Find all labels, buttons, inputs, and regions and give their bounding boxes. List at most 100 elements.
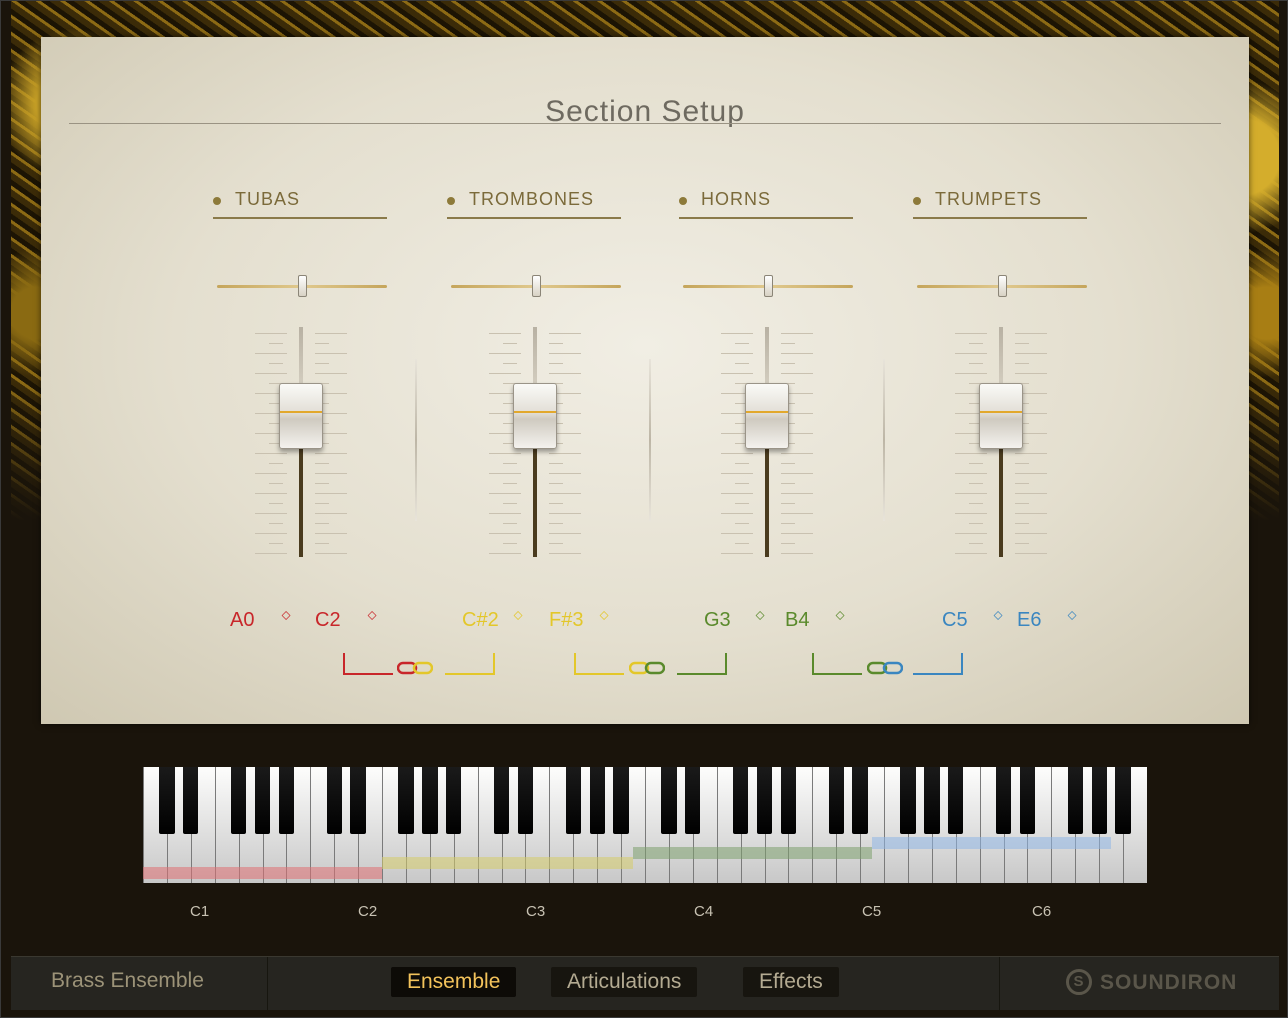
black-key[interactable] [1019,767,1036,834]
black-key[interactable] [183,767,199,834]
black-key[interactable] [924,767,940,834]
fader-tick [969,463,983,464]
fader-tick [781,463,795,464]
up-down-arrow-icon[interactable]: ⬦ [754,609,766,622]
section-range-bar [143,867,383,879]
fader-tick [549,543,563,544]
pan-slider[interactable] [451,275,621,297]
fader-tick [255,353,287,354]
black-key[interactable] [1067,767,1083,834]
black-key[interactable] [398,767,414,834]
section-name: TUBAS [235,189,301,209]
black-key[interactable] [1115,767,1131,834]
black-key[interactable] [900,767,916,834]
fader-tick [1015,553,1047,554]
fader-tick [781,373,813,374]
pan-slider[interactable] [917,275,1087,297]
black-key[interactable] [780,767,797,834]
black-key[interactable] [230,767,247,834]
black-key[interactable] [756,767,773,834]
pan-knob[interactable] [532,275,541,297]
trumpets-high-note[interactable]: E6 [1017,609,1041,632]
up-down-arrow-icon[interactable]: ⬦ [280,609,292,622]
black-key[interactable] [852,767,868,834]
up-down-arrow-icon[interactable]: ⬦ [366,609,378,622]
black-key[interactable] [613,767,629,834]
pan-knob[interactable] [764,275,773,297]
up-down-arrow-icon[interactable]: ⬦ [834,609,846,622]
black-key[interactable] [732,767,749,834]
pan-knob[interactable] [298,275,307,297]
pan-knob[interactable] [998,275,1007,297]
fader-tick [781,523,795,524]
black-key[interactable] [493,767,510,834]
fader-tick [315,353,347,354]
black-key[interactable] [589,767,605,834]
fader-tick [1015,513,1047,514]
fader-tick [721,473,753,474]
fader-tick [1015,483,1029,484]
fader-tick [489,513,521,514]
link-bracket-left [343,653,393,675]
black-key[interactable] [422,767,438,834]
black-key[interactable] [995,767,1012,834]
black-key[interactable] [948,767,964,834]
chain-link-icon[interactable] [397,661,433,675]
fader-tick [721,493,753,494]
trombones-low-note[interactable]: C#2 [462,609,499,632]
up-down-arrow-icon[interactable]: ⬦ [992,609,1004,622]
volume-fader[interactable] [951,327,1051,561]
fader-tick [969,483,983,484]
volume-fader[interactable] [717,327,817,561]
trumpets-low-note[interactable]: C5 [942,609,968,632]
black-key[interactable] [685,767,701,834]
fader-tick [721,353,753,354]
up-down-arrow-icon[interactable]: ⬦ [598,609,610,622]
tab-articulations[interactable]: Articulations [551,967,698,997]
black-key[interactable] [517,767,534,834]
trombones-high-note[interactable]: F#3 [549,609,583,632]
tab-effects[interactable]: Effects [743,967,839,997]
fader-tick [735,343,749,344]
volume-fader[interactable] [251,327,351,561]
fader-tick [549,373,581,374]
up-down-arrow-icon[interactable]: ⬦ [1066,609,1078,622]
fader-tick [255,473,287,474]
black-key[interactable] [828,767,844,834]
black-key[interactable] [254,767,271,834]
fader-tick [549,523,563,524]
pan-slider[interactable] [217,275,387,297]
fader-tick [781,533,813,534]
footer-separator [999,957,1000,1010]
pan-slider[interactable] [683,275,853,297]
tab-ensemble[interactable]: Ensemble [391,967,517,997]
tubas-low-note[interactable]: A0 [230,609,254,632]
fader-tick [489,373,521,374]
horns-low-note[interactable]: G3 [704,609,731,632]
chain-link-icon[interactable] [867,661,903,675]
fader-tick [721,373,753,374]
tubas-high-note[interactable]: C2 [315,609,341,632]
black-key[interactable] [446,767,462,834]
black-key[interactable] [350,767,366,834]
fader-tick [955,493,987,494]
piano-keyboard[interactable] [143,767,1147,883]
fader-cap[interactable] [513,383,557,449]
black-key[interactable] [159,767,175,834]
chain-link-icon[interactable] [629,661,665,675]
fader-cap[interactable] [279,383,323,449]
fader-tick [549,553,581,554]
fader-tick [955,533,987,534]
black-key[interactable] [326,767,342,834]
fader-tick [721,333,753,334]
volume-fader[interactable] [485,327,585,561]
black-key[interactable] [661,767,677,834]
black-key[interactable] [278,767,295,834]
horns-high-note[interactable]: B4 [785,609,809,632]
up-down-arrow-icon[interactable]: ⬦ [512,609,524,622]
fader-tick [781,493,813,494]
black-key[interactable] [1091,767,1107,834]
fader-cap[interactable] [979,383,1023,449]
black-key[interactable] [565,767,581,834]
fader-cap[interactable] [745,383,789,449]
